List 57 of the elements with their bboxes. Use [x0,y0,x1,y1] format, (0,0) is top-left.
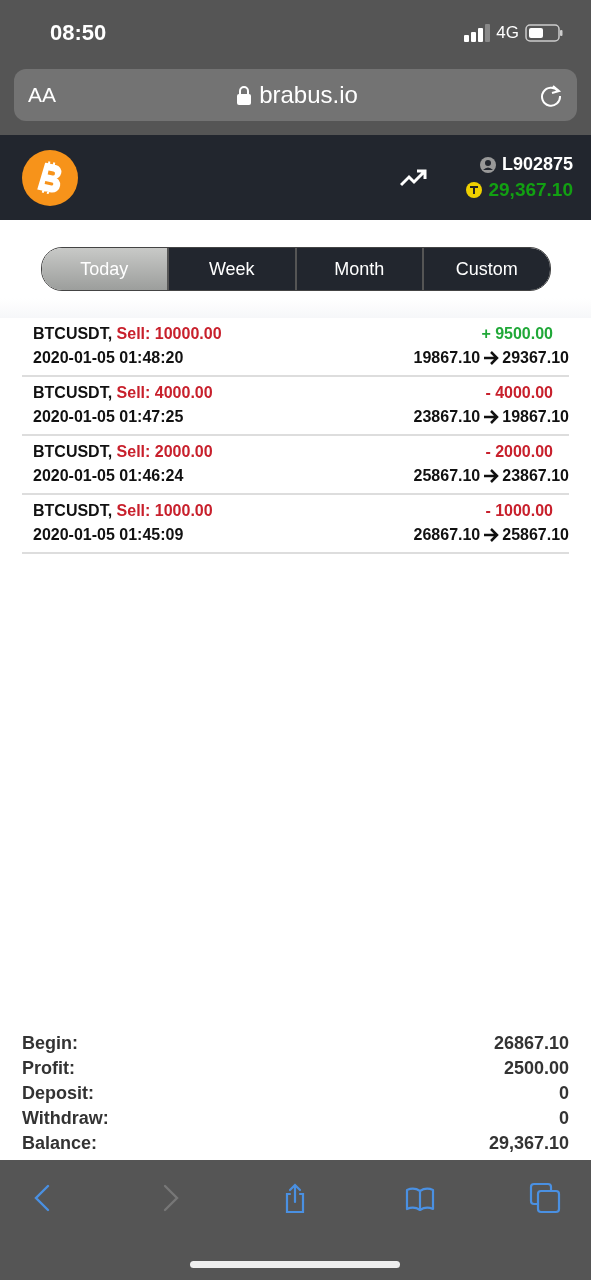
trending-up-icon[interactable] [400,168,429,187]
period-tab[interactable]: Month [294,248,422,290]
trade-side: Sell: 10000.00 [116,325,222,343]
bitcoin-logo [22,149,78,206]
trade-time: 2020-01-05 01:46:24 [33,467,184,485]
balance-after: 25867.10 [502,526,569,544]
summary-value: 29,367.10 [488,1133,569,1154]
user-icon [479,156,496,173]
summary-value: 26867.10 [493,1033,569,1054]
battery-icon [525,24,563,42]
summary-value: 0 [559,1108,569,1129]
arrow-right-icon [483,527,500,543]
period-tab[interactable]: Custom [422,248,550,290]
summary-label: Balance: [22,1133,98,1154]
clock: 08:50 [50,20,107,46]
trade-change: + 9500.00 [481,325,553,343]
trade-symbol: BTCUSDT, [33,384,113,402]
trade-time: 2020-01-05 01:45:09 [33,526,184,544]
trade-symbol: BTCUSDT, [33,325,113,343]
text-size-button[interactable]: AA [28,83,56,107]
balance-before: 25867.10 [413,467,481,485]
trade-side: Sell: 4000.00 [116,384,213,402]
trade-change: - 2000.00 [485,443,553,461]
trade-symbol: BTCUSDT, [33,502,113,520]
account-id: L902875 [501,154,573,175]
tabs-icon[interactable] [529,1182,561,1214]
trade-time: 2020-01-05 01:47:25 [33,408,184,426]
trade-side: Sell: 1000.00 [116,502,213,520]
balance-after: 23867.10 [502,467,569,485]
balance-after: 29367.10 [502,349,569,367]
trade-change: - 4000.00 [485,384,553,402]
trade-change: - 1000.00 [485,502,553,520]
reload-icon[interactable] [539,83,563,107]
arrow-right-icon [483,350,500,366]
network-label: 4G [496,23,519,43]
arrow-right-icon [483,468,500,484]
tether-icon [466,182,483,198]
balance-before: 26867.10 [413,526,481,544]
balance-before: 23867.10 [413,408,481,426]
summary-label: Begin: [22,1033,78,1054]
url-text: brabus.io [259,81,358,109]
balance-after: 19867.10 [502,408,569,426]
summary-label: Deposit: [22,1083,94,1104]
account-balance: 29,367.10 [488,179,573,201]
summary-value: 0 [559,1083,569,1104]
period-tab[interactable]: Week [167,248,295,290]
summary-label: Withdraw: [22,1108,109,1129]
summary-value: 2500.00 [503,1058,569,1079]
lock-icon [237,85,252,105]
signal-icon [464,24,491,42]
trade-time: 2020-01-05 01:48:20 [33,349,184,367]
trade-side: Sell: 2000.00 [116,443,213,461]
summary-label: Profit: [22,1058,75,1079]
trade-symbol: BTCUSDT, [33,443,113,461]
address-bar[interactable]: AA brabus.io [14,69,577,121]
arrow-right-icon [483,409,500,425]
balance-before: 19867.10 [413,349,481,367]
